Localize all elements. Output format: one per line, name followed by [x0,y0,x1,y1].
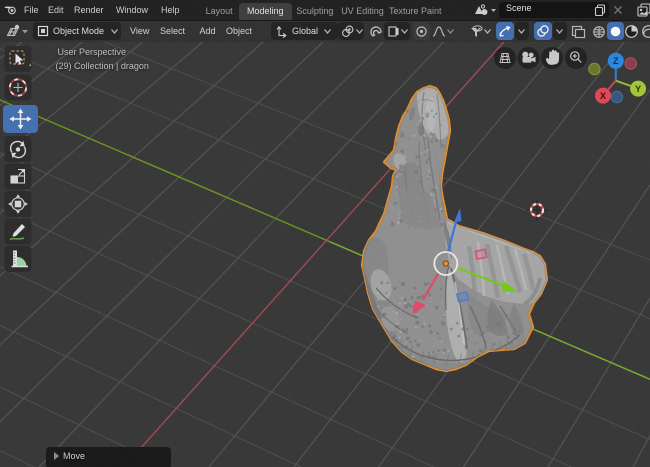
svg-text:Y: Y [635,84,641,94]
svg-text:X: X [600,91,606,101]
svg-text:Z: Z [613,56,619,66]
